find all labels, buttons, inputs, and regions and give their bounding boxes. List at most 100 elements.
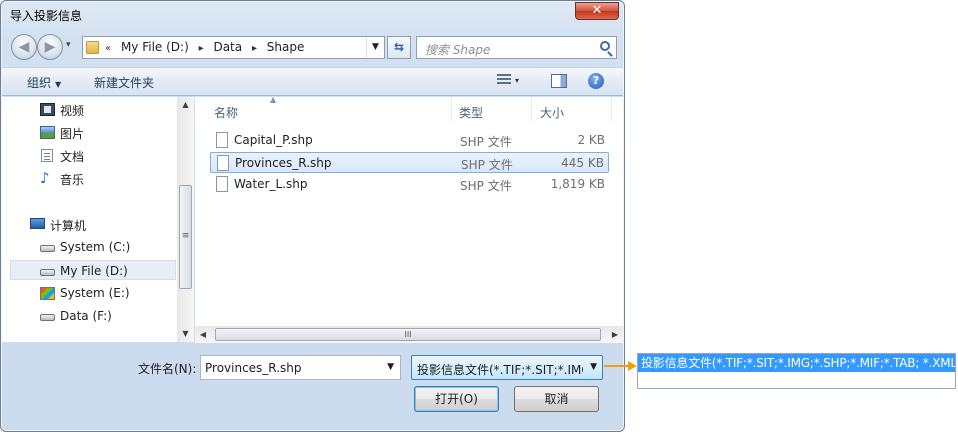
close-button[interactable]: ✕	[575, 2, 619, 20]
file-icon	[216, 132, 228, 148]
sidebar-item-data-f[interactable]: Data (F:)	[38, 306, 192, 326]
chevron-down-icon: ▼	[55, 80, 62, 89]
column-divider[interactable]	[531, 97, 532, 121]
column-header-size[interactable]: 大小	[540, 104, 564, 121]
file-name: Provinces_R.shp	[235, 156, 332, 170]
column-header-name[interactable]: 名称	[214, 104, 238, 121]
refresh-button[interactable]: ⇆	[387, 36, 411, 59]
organize-button[interactable]: 组织 ▼	[27, 74, 61, 91]
address-dropdown-button[interactable]: ▼	[366, 37, 384, 58]
search-input[interactable]: 搜索 Shape	[416, 36, 617, 59]
drive-icon	[40, 245, 55, 252]
scrollbar-thumb[interactable]: III	[215, 328, 601, 341]
filename-label: 文件名(N):	[138, 362, 197, 376]
recent-pages-dropdown[interactable]: ▾	[66, 40, 71, 50]
scroll-left-arrow-icon[interactable]: ◀	[195, 326, 211, 343]
breadcrumb-separator-icon[interactable]: ▸	[252, 43, 257, 54]
breadcrumb-overflow[interactable]: «	[105, 43, 111, 54]
address-bar[interactable]: « My File (D:) ▸ Data ▸ Shape ▼	[82, 36, 385, 59]
windows-drive-icon	[40, 287, 55, 300]
file-list: ▲ 名称 类型 大小 Capital_P.shp SHP 文件 2 KB Pro…	[195, 97, 623, 342]
file-row[interactable]: Capital_P.shp SHP 文件 2 KB	[210, 130, 609, 151]
new-folder-button[interactable]: 新建文件夹	[94, 74, 154, 91]
forward-button[interactable]: ▶	[37, 34, 63, 60]
breadcrumb-separator-icon[interactable]: ▸	[199, 43, 204, 54]
file-type-filter-select[interactable]: 投影信息文件(*.TIF;*.SIT;*.IMG ▼	[411, 355, 603, 380]
search-icon[interactable]	[600, 41, 610, 51]
navigation-pane: 视频 图片 文档 ♪ 音乐 计算机 System (C:) My File (D…	[2, 97, 193, 342]
file-type-filter-value: 投影信息文件(*.TIF;*.SIT;*.IMG	[417, 363, 583, 377]
file-type: SHP 文件	[460, 135, 512, 149]
back-button[interactable]: ◀	[11, 34, 37, 60]
sidebar-item-label: 图片	[60, 127, 85, 141]
computer-icon	[30, 218, 45, 229]
sidebar-item-system-e[interactable]: System (E:)	[38, 283, 192, 303]
sidebar-item-music[interactable]: ♪ 音乐	[38, 168, 192, 188]
column-divider[interactable]	[451, 97, 452, 121]
file-type-option[interactable]: 投影信息文件(*.TIF;*.SIT;*.IMG;*.SHP;*.MIF;*.T…	[638, 354, 955, 372]
file-size: 1,819 KB	[550, 177, 605, 191]
search-placeholder: 搜索 Shape	[425, 43, 491, 57]
filename-input[interactable]: Provinces_R.shp ▼	[200, 355, 401, 380]
forward-arrow-icon: ▶	[44, 39, 56, 55]
file-list-horizontal-scrollbar[interactable]: ◀ III ▶	[195, 326, 623, 343]
dialog-title: 导入投影信息	[10, 9, 83, 23]
preview-pane-icon[interactable]	[551, 74, 567, 88]
file-name: Capital_P.shp	[234, 133, 313, 147]
title-bar[interactable]: 导入投影信息 ✕	[1, 1, 624, 29]
sidebar-item-system-c[interactable]: System (C:)	[38, 237, 192, 257]
documents-icon	[41, 149, 53, 162]
view-options-dropdown[interactable]: ▾	[515, 76, 519, 85]
scroll-right-arrow-icon[interactable]: ▶	[607, 326, 623, 343]
file-icon	[216, 176, 228, 192]
file-name: Water_L.shp	[234, 177, 308, 191]
file-type-dropdown-list: 投影信息文件(*.TIF;*.SIT;*.IMG;*.SHP;*.MIF;*.T…	[637, 353, 956, 389]
file-row[interactable]: Water_L.shp SHP 文件 1,819 KB	[210, 174, 609, 195]
breadcrumb-item-drive[interactable]: My File (D:)	[121, 40, 189, 54]
sidebar-item-my-file-d[interactable]: My File (D:)	[10, 260, 176, 280]
sidebar-item-label: Data (F:)	[60, 309, 112, 323]
open-file-dialog: 导入投影信息 ✕ ◀ ▶ ▾ « My File (D:) ▸ Data ▸ S…	[0, 0, 625, 432]
scroll-down-arrow-icon[interactable]: ▼	[177, 326, 194, 342]
sidebar-item-label: System (C:)	[60, 240, 131, 254]
pictures-icon	[40, 126, 55, 139]
column-header-row: ▲ 名称 类型 大小	[195, 97, 623, 123]
scroll-up-arrow-icon[interactable]: ▲	[177, 97, 194, 113]
sidebar-item-label: 文档	[60, 150, 85, 164]
sidebar-item-computer[interactable]: 计算机	[28, 214, 192, 234]
refresh-icon: ⇆	[393, 40, 405, 54]
chevron-down-icon: ▼	[372, 42, 379, 52]
file-size: 445 KB	[561, 156, 604, 170]
breadcrumb: « My File (D:) ▸ Data ▸ Shape	[105, 40, 310, 54]
column-header-type[interactable]: 类型	[459, 104, 483, 121]
chevron-down-icon[interactable]: ▼	[387, 362, 394, 372]
open-button[interactable]: 打开(O)	[414, 386, 499, 412]
navigation-bar: ◀ ▶ ▾ « My File (D:) ▸ Data ▸ Shape ▼ ⇆ …	[9, 32, 619, 60]
view-options-icon[interactable]	[497, 74, 511, 87]
music-icon: ♪	[40, 169, 50, 187]
close-icon: ✕	[591, 3, 603, 18]
help-icon[interactable]: ?	[588, 73, 604, 89]
command-toolbar: 组织 ▼ 新建文件夹 ▾ ?	[2, 67, 623, 96]
file-row[interactable]: Provinces_R.shp SHP 文件 445 KB	[210, 152, 609, 173]
file-type: SHP 文件	[461, 158, 513, 172]
file-type: SHP 文件	[460, 179, 512, 193]
sort-ascending-icon: ▲	[270, 97, 277, 104]
sidebar-item-label: System (E:)	[60, 286, 130, 300]
drive-icon	[40, 314, 55, 321]
navigation-pane-scrollbar[interactable]: ▲ ≡ ▼	[177, 97, 194, 342]
breadcrumb-item-data[interactable]: Data	[213, 40, 242, 54]
sidebar-item-label: 音乐	[60, 173, 85, 187]
sidebar-item-documents[interactable]: 文档	[38, 145, 192, 165]
callout-arrow-head-icon	[628, 361, 637, 371]
column-divider[interactable]	[611, 97, 612, 121]
video-icon	[40, 103, 55, 116]
sidebar-item-videos[interactable]: 视频	[38, 99, 192, 119]
sidebar-item-pictures[interactable]: 图片	[38, 122, 192, 142]
file-size: 2 KB	[577, 133, 605, 147]
scrollbar-thumb[interactable]: ≡	[179, 185, 192, 289]
breadcrumb-item-shape[interactable]: Shape	[267, 40, 305, 54]
chevron-down-icon: ▼	[590, 362, 597, 372]
back-arrow-icon: ◀	[18, 39, 30, 55]
cancel-button[interactable]: 取消	[514, 386, 599, 412]
